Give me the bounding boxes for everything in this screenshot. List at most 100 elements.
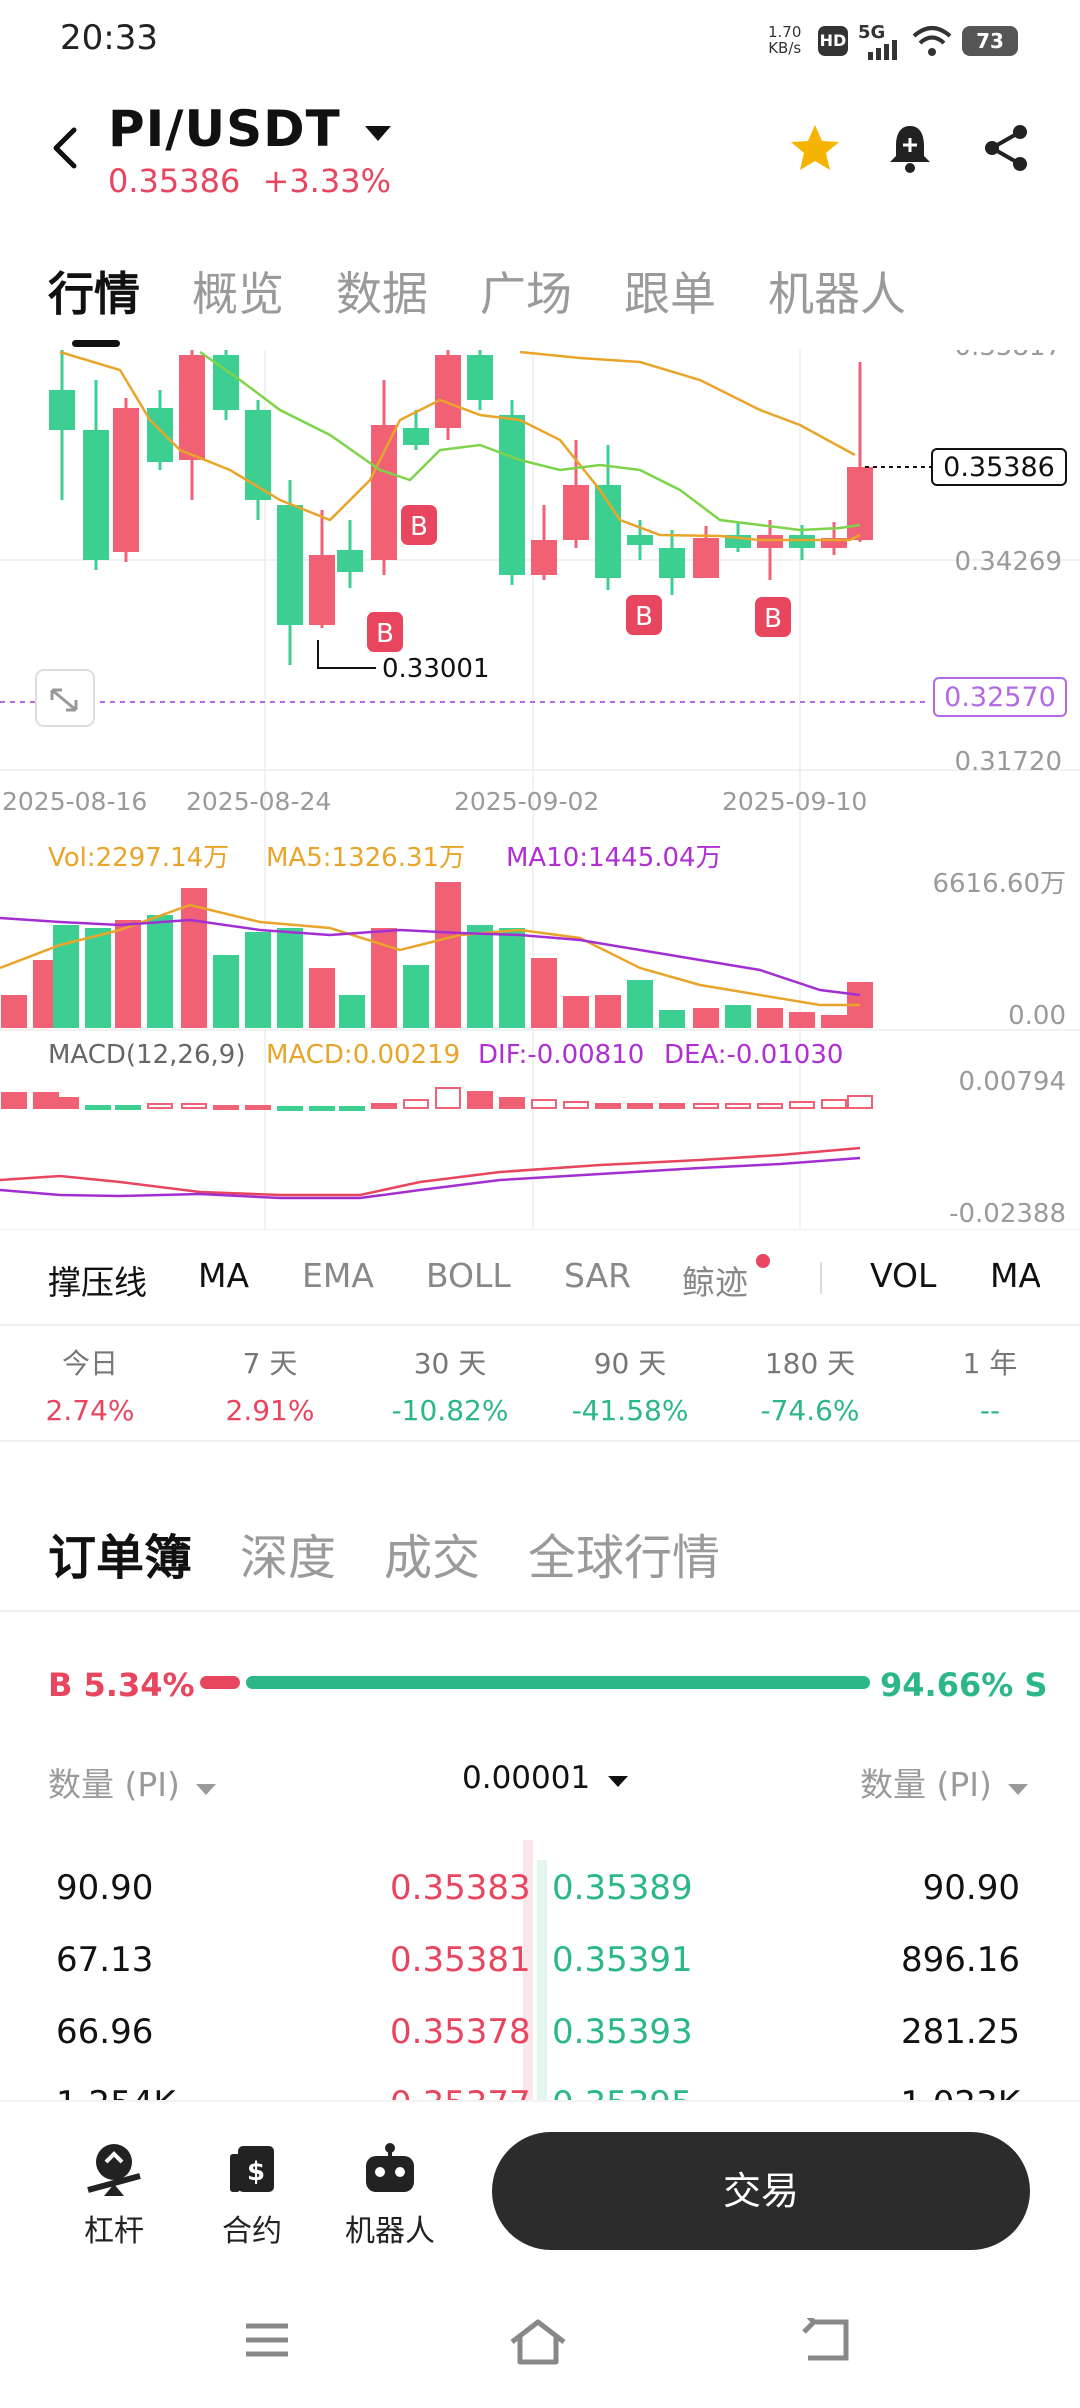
buy-marker: B [401,505,437,545]
tab-depth[interactable]: 深度 [240,1518,336,1588]
volume-bar [435,882,461,1028]
macd-bar [847,1095,873,1109]
indicator-support[interactable]: 撑压线 [48,1256,147,1304]
period-stat: 今日 2.74% [20,1342,160,1427]
tab-global-market[interactable]: 全球行情 [528,1518,720,1588]
period-label: 30 天 [413,1347,487,1380]
ask-qty-header[interactable]: 数量 (PI) [860,1758,1029,1806]
nav-leverage[interactable]: 杠杆 [54,2140,174,2250]
price-chart[interactable]: B B B B 0.35817 0.34269 0.31720 0.35386 0.3… [0,350,1080,1230]
ma-line-green [199,350,861,532]
volume-bar [563,996,589,1028]
share-icon[interactable] [980,122,1032,174]
macd-bar [595,1103,621,1109]
macd-bar [435,1087,461,1109]
indicator-sar[interactable]: SAR [564,1256,631,1295]
volume-bar [85,928,111,1028]
current-price-label: 0.35386 [943,452,1055,483]
volume-bar [339,995,365,1028]
volume-bar [245,932,271,1028]
candle-body [371,425,397,560]
macd-bar [53,1097,79,1109]
pair-selector[interactable]: PI/USDT [108,100,392,158]
indicator-boll[interactable]: BOLL [426,1256,511,1295]
caret-down-icon [608,1776,629,1787]
indicator-ema[interactable]: EMA [302,1256,374,1295]
candle-body [693,538,719,578]
macd-bar [725,1103,751,1109]
period-value: -- [979,1394,1001,1427]
book-row[interactable]: 90.90 0.35383 0.35389 90.90 [0,1868,1080,1940]
candle-body [179,355,205,460]
precision-selector[interactable]: 0.00001 [462,1760,629,1796]
ma-line-orange-long [519,350,856,457]
precision-value: 0.00001 [462,1760,591,1796]
macd-bar [245,1105,271,1110]
vol-ma5: MA5:1326.31万 [266,843,465,873]
macd-bar [499,1097,525,1109]
volume-bar [309,968,335,1028]
wifi-icon [912,26,952,56]
book-row[interactable]: 1.254K 0.35377 0.35395 1.023K [0,2084,1080,2100]
net-speed-unit: KB/s [768,39,802,57]
tab-overview[interactable]: 概览 [192,258,284,324]
macd-bar [181,1103,207,1109]
tab-orderbook[interactable]: 订单簿 [48,1518,192,1588]
back-nav-icon[interactable] [800,2318,852,2362]
svg-text:B: B [410,512,428,542]
trade-button[interactable]: 交易 [492,2132,1030,2250]
volume-bar [467,925,493,1028]
volume-bar [531,958,557,1028]
indicator-macd[interactable]: MACD [990,1256,1040,1295]
tab-square[interactable]: 广场 [480,258,572,324]
star-icon[interactable] [788,122,842,174]
bid-qty: 67.13 [56,1940,154,1980]
macd-bar [1,1092,27,1109]
expand-icon[interactable] [35,669,95,727]
signal-icon [868,40,897,60]
ask-qty: 281.25 [901,2012,1020,2052]
macd-bar [757,1103,783,1109]
vol-value: Vol:2297.14万 [48,843,229,873]
back-icon[interactable] [48,126,84,170]
macd-dif: DIF:-0.00810 [478,1040,644,1070]
caret-down-icon [1008,1784,1029,1795]
macd-y-min: -0.02388 [949,1199,1066,1229]
macd-bar [309,1106,335,1111]
book-row[interactable]: 67.13 0.35381 0.35391 896.16 [0,1940,1080,2012]
volume-bar [693,1008,719,1028]
tab-market[interactable]: 行情 [48,258,140,324]
candle-body [435,355,461,428]
home-icon[interactable] [508,2318,568,2366]
indicator-vol[interactable]: VOL [870,1256,936,1295]
tab-copy-trading[interactable]: 跟单 [624,258,716,324]
buy-marker: B [626,595,662,635]
status-bar: 20:33 1.70 KB/s HD 5G 73 [0,0,1080,80]
period-value: 2.91% [225,1394,315,1427]
volume-bar [1,995,27,1028]
bell-icon[interactable] [886,122,934,174]
book-row[interactable]: 66.96 0.35378 0.35393 281.25 [0,2012,1080,2084]
indicator-ma[interactable]: MA [198,1256,249,1295]
menu-icon[interactable] [242,2318,292,2362]
period-stat: 30 天 -10.82% [380,1342,520,1427]
indicator-whale[interactable]: 鲸迹 [682,1256,748,1304]
period-value: 2.74% [45,1394,135,1427]
ask-price: 0.35393 [552,2012,693,2052]
candle-body [563,485,589,540]
volume-bar [277,928,303,1028]
nav-bot[interactable]: 机器人 [330,2140,450,2250]
period-label: 今日 [61,1347,118,1380]
tab-data[interactable]: 数据 [336,258,428,324]
tab-trades[interactable]: 成交 [384,1518,480,1588]
vol-y-min: 0.00 [1008,1001,1066,1031]
nav-contract[interactable]: $ 合约 [192,2140,312,2250]
battery-icon: 73 [962,26,1018,56]
candle-body [757,535,783,548]
bid-qty-header[interactable]: 数量 (PI) [48,1758,217,1806]
volume-bar [725,1005,751,1028]
caret-down-icon [196,1784,217,1795]
leverage-icon [87,2144,141,2196]
tab-bot[interactable]: 机器人 [768,258,906,324]
marker-price-label: 0.32570 [944,682,1056,713]
